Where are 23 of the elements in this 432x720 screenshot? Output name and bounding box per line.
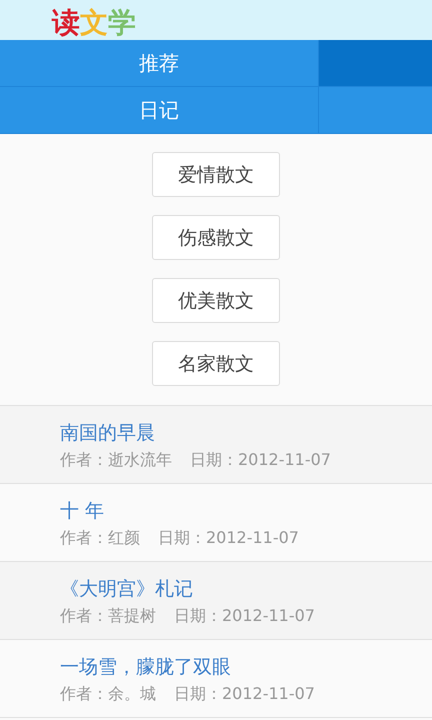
logo-letter: 学: [108, 6, 136, 40]
article-row[interactable]: 《大明宫》札记 作者：菩提树 日期：2012-11-07: [0, 562, 432, 640]
article-author: 作者：红颜: [60, 528, 140, 549]
article-title[interactable]: 《大明宫》札记: [60, 576, 193, 602]
category-button[interactable]: 名家散文: [152, 341, 280, 386]
article-row[interactable]: 南国的早晨 作者：逝水流年 日期：2012-11-07: [0, 406, 432, 484]
article-date: 日期：2012-11-07: [174, 606, 315, 627]
article-author: 作者：余。城: [60, 684, 156, 705]
article-title[interactable]: 南国的早晨: [60, 420, 155, 446]
article-title[interactable]: 十 年: [60, 498, 104, 524]
nav-tab[interactable]: 推荐: [0, 40, 319, 86]
logo-letter: 读: [52, 6, 80, 40]
category-button[interactable]: 伤感散文: [152, 215, 280, 260]
nav-tab[interactable]: 日记: [0, 87, 319, 133]
article-date: 日期：2012-11-07: [158, 528, 299, 549]
article-author: 作者：逝水流年: [60, 450, 172, 471]
logo-letter: 文: [80, 6, 108, 40]
article-date: 日期：2012-11-07: [174, 684, 315, 705]
category-button[interactable]: 优美散文: [152, 278, 280, 323]
article-title[interactable]: 一场雪，朦胧了双眼: [60, 654, 231, 680]
article-date: 日期：2012-11-07: [190, 450, 331, 471]
category-button[interactable]: 爱情散文: [152, 152, 280, 197]
article-author: 作者：菩提树: [60, 606, 156, 627]
